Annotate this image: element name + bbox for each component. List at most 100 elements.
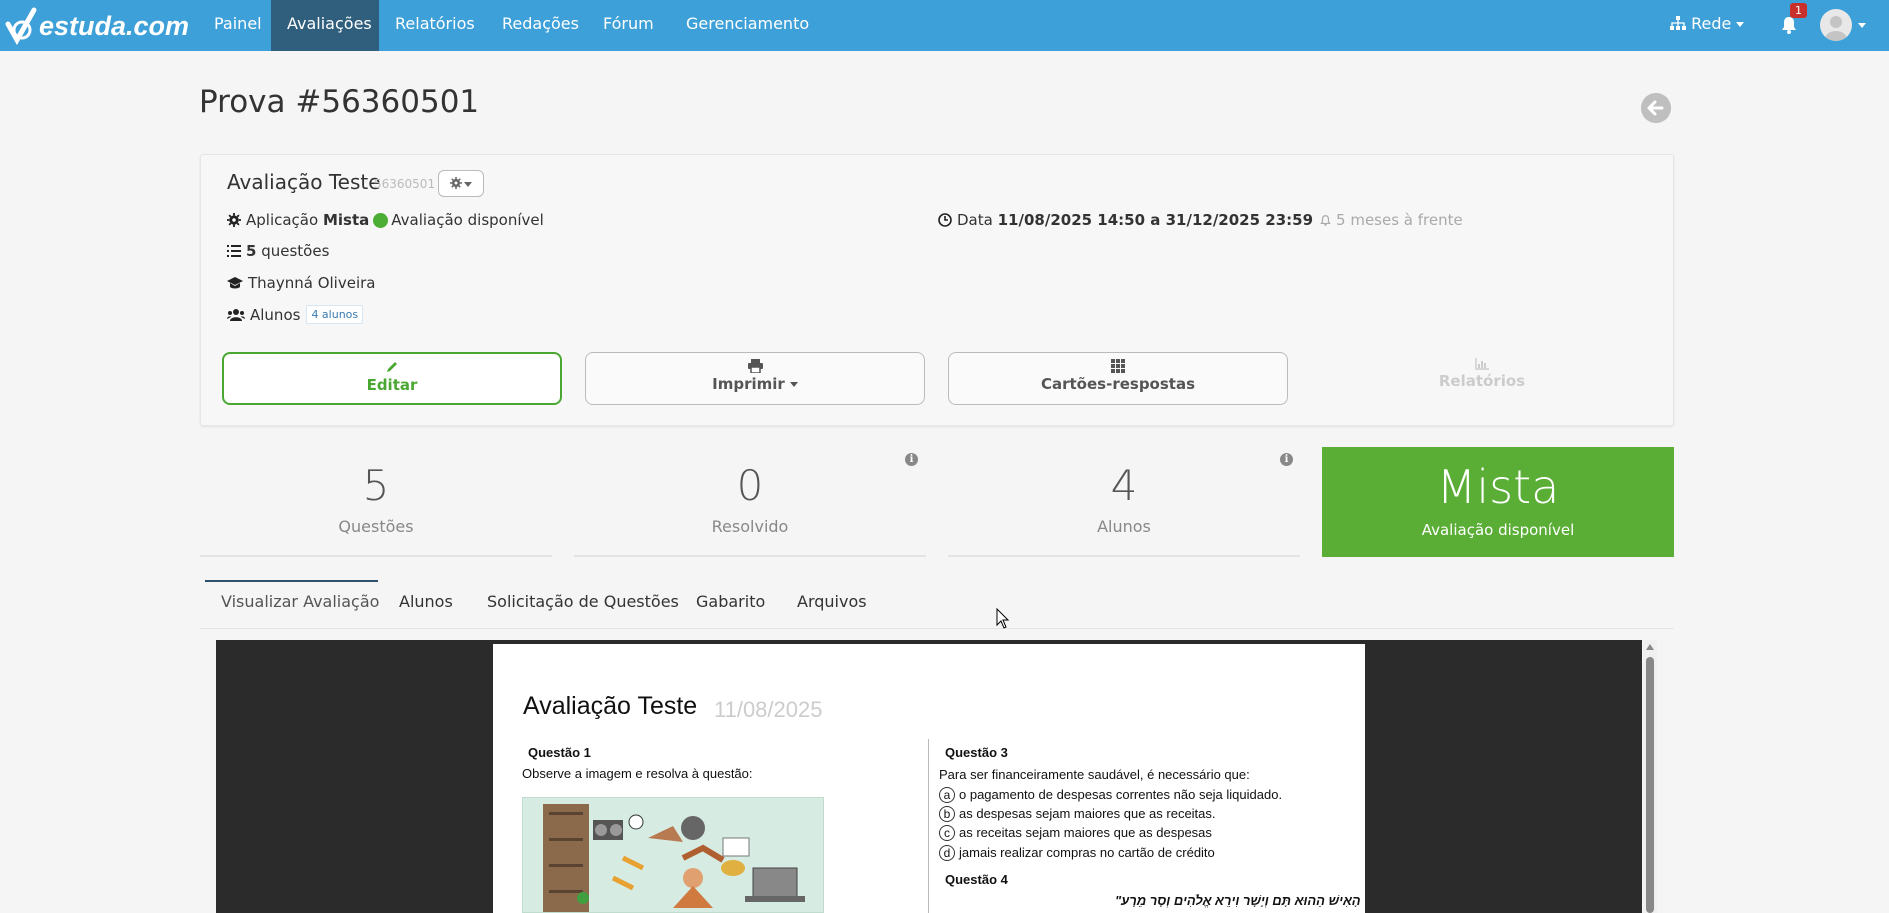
application-type: Mista — [322, 211, 370, 229]
clock-icon — [938, 213, 952, 227]
list-icon — [227, 245, 241, 257]
brand-name: estuda.com — [39, 10, 190, 41]
document-title: Avaliação Teste — [523, 692, 698, 720]
tab-visualizar-avaliacao[interactable]: Visualizar Avaliação — [221, 592, 379, 611]
status-box: Mista Avaliação disponível — [1322, 447, 1674, 557]
questions-count: 5 — [246, 242, 257, 260]
top-navbar: estuda.com Painel Avaliações Relatórios … — [0, 0, 1889, 51]
date-label: Data — [957, 211, 993, 229]
date-info: Data 11/08/2025 14:50 a 31/12/2025 23:59… — [938, 211, 1463, 229]
scroll-up-arrow-icon[interactable] — [1646, 644, 1654, 650]
tab-arquivos[interactable]: Arquivos — [797, 592, 867, 611]
bell-outline-icon — [1320, 214, 1331, 226]
nav-item-avaliacoes[interactable]: Avaliações — [271, 0, 379, 51]
tab-solicitacao-questoes[interactable]: Solicitação de Questões — [487, 592, 679, 611]
tab-divider — [200, 628, 1674, 629]
avatar — [1820, 9, 1852, 41]
pencil-icon — [387, 362, 397, 372]
questions-label: questões — [261, 242, 330, 260]
answer-cards-button[interactable]: Cartões-respostas — [948, 352, 1288, 405]
answer-cards-label: Cartões-respostas — [1040, 375, 1196, 393]
document-date: 11/08/2025 — [714, 697, 823, 722]
print-label: Imprimir — [712, 375, 785, 393]
stat-questions-value: 5 — [362, 461, 390, 510]
students-badge[interactable]: 4 alunos — [306, 305, 364, 324]
network-label: Rede — [1691, 14, 1732, 33]
status-dot-icon — [373, 212, 389, 228]
students-info: Alunos 4 alunos — [227, 305, 364, 324]
application-info: Aplicação Mista Avaliação disponível — [227, 211, 544, 229]
stat-students-label: Alunos — [1097, 517, 1151, 536]
question-4-title: Questão 4 — [945, 872, 1008, 887]
check-logo-icon — [5, 7, 37, 46]
option-text: o pagamento de despesas correntes não se… — [959, 787, 1283, 802]
nav-item-painel[interactable]: Painel — [198, 0, 278, 51]
assessment-code: 56360501 — [374, 177, 436, 191]
tab-alunos[interactable]: Alunos — [399, 592, 453, 611]
mouse-cursor-icon — [996, 608, 1010, 629]
question-3-text: Para ser financeiramente saudável, é nec… — [939, 767, 1250, 782]
date-range: 11/08/2025 14:50 a 31/12/2025 23:59 — [997, 211, 1314, 229]
question-image — [522, 797, 824, 913]
info-icon[interactable]: i — [1280, 453, 1293, 466]
question-3-option: a o pagamento de despesas correntes não s… — [939, 787, 1282, 803]
stat-solved-value: 0 — [736, 461, 764, 510]
option-text: as receitas sejam maiores que as despesa… — [959, 825, 1212, 840]
status-box-title: Mista — [1436, 460, 1560, 514]
questions-info: 5 questões — [227, 242, 329, 260]
stat-solved-label: Resolvido — [711, 517, 789, 536]
notification-badge: 1 — [1790, 3, 1807, 18]
question-1-title: Questão 1 — [528, 745, 591, 760]
cog-icon — [227, 213, 241, 227]
option-text: as despesas sejam maiores que as receita… — [959, 806, 1216, 821]
nav-item-relatorios[interactable]: Relatórios — [379, 0, 491, 51]
scrollbar-thumb[interactable] — [1646, 657, 1654, 913]
back-arrow-icon[interactable] — [1641, 93, 1671, 123]
settings-dropdown-button[interactable] — [438, 170, 484, 197]
option-letter: d — [939, 845, 955, 861]
nav-item-forum[interactable]: Fórum — [587, 0, 670, 51]
user-silhouette-icon — [1825, 16, 1847, 41]
stat-students: 4 Alunos — [948, 447, 1300, 557]
question-1-text: Observe a imagem e resolva à questão: — [522, 766, 753, 781]
question-4-text: הָאִישׁ הַהוּא תָּם וְיָשָׁר וִירֵא אֱלֹ… — [1115, 893, 1361, 908]
column-divider — [928, 739, 929, 913]
info-icon[interactable]: i — [905, 453, 918, 466]
edit-label: Editar — [366, 376, 418, 394]
reports-label: Relatórios — [1438, 372, 1526, 390]
bar-chart-icon — [1475, 358, 1489, 370]
nav-item-redacoes[interactable]: Redações — [486, 0, 595, 51]
user-menu[interactable] — [1820, 7, 1866, 43]
sitemap-icon — [1670, 16, 1686, 30]
status-box-subtitle: Avaliação disponível — [1421, 521, 1575, 539]
question-3-option: b as despesas sejam maiores que as receit… — [939, 806, 1216, 822]
teacher-name: Thaynná Oliveira — [248, 274, 376, 292]
option-letter: a — [939, 787, 955, 803]
printer-icon — [747, 359, 763, 373]
chevron-down-icon — [1858, 22, 1866, 28]
students-label: Alunos — [250, 305, 301, 324]
application-label: Aplicação — [246, 211, 319, 229]
assessment-name: Avaliação Teste — [227, 170, 381, 194]
network-menu[interactable]: Rede — [1670, 0, 1745, 51]
reports-button[interactable]: Relatórios — [1312, 352, 1652, 405]
question-3-option: c as receitas sejam maiores que as despes… — [939, 825, 1212, 841]
brand-logo[interactable]: estuda.com — [5, 6, 189, 46]
stat-students-value: 4 — [1110, 461, 1138, 510]
print-button[interactable]: Imprimir — [585, 352, 925, 405]
stat-solved: 0 Resolvido — [574, 447, 926, 557]
page-title: Prova #56360501 — [199, 84, 480, 120]
nav-item-gerenciamento[interactable]: Gerenciamento — [670, 0, 825, 51]
chevron-down-icon — [464, 182, 472, 188]
edit-button[interactable]: Editar — [222, 352, 562, 405]
tab-gabarito[interactable]: Gabarito — [696, 592, 765, 611]
question-3-title: Questão 3 — [945, 745, 1008, 760]
illustration-icon — [543, 804, 805, 912]
users-icon — [227, 309, 245, 321]
graduation-cap-icon — [227, 276, 243, 288]
stat-questions: 5 Questões — [200, 447, 552, 557]
date-relative: 5 meses à frente — [1336, 211, 1463, 229]
availability-status: Avaliação disponível — [391, 211, 544, 229]
stat-questions-label: Questões — [338, 517, 414, 536]
question-3-option: d jamais realizar compras no cartão de cr… — [939, 845, 1215, 861]
